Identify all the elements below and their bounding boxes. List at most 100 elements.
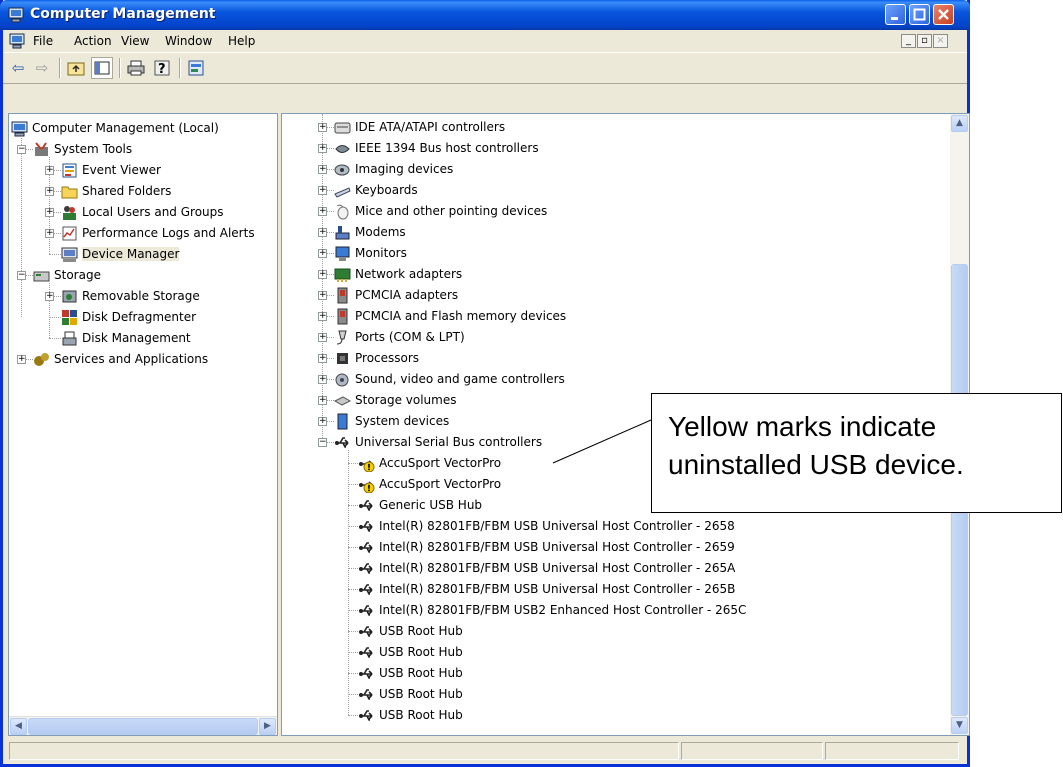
usb-device[interactable]: Intel(R) 82801FB/FBM USB Universal Host … [358,558,735,578]
title-bar[interactable]: Computer Management [0,0,970,30]
collapse-system-tools[interactable]: − [17,145,26,154]
tree-item-services-applications[interactable]: Services and Applications [33,349,208,369]
tree-item-system-tools[interactable]: System Tools [33,139,132,159]
horizontal-scrollbar[interactable]: ◀ ▶ [9,716,277,735]
usb-device[interactable]: USB Root Hub [358,705,463,725]
expand-category-13[interactable]: + [318,396,327,405]
device-category-6[interactable]: Monitors [334,243,407,263]
device-category-10[interactable]: Ports (COM & LPT) [334,327,465,347]
usb-device-icon [359,688,373,700]
tree-connector [21,136,22,317]
usb-device-uninstalled[interactable]: AccuSport VectorPro [358,453,501,473]
usb-device[interactable]: Intel(R) 82801FB/FBM USB2 Enhanced Host … [358,600,746,620]
show-hide-tree-icon[interactable] [91,57,113,79]
tree-item-shared-folders[interactable]: Shared Folders [61,181,171,201]
device-category-12[interactable]: Sound, video and game controllers [334,369,565,389]
usb-device[interactable]: Intel(R) 82801FB/FBM USB Universal Host … [358,516,735,536]
close-button[interactable] [933,4,954,25]
menu-window[interactable]: Window [165,34,212,48]
expand-tree-item-performance-logs[interactable]: + [45,229,54,238]
device-category-9[interactable]: PCMCIA and Flash memory devices [334,306,566,326]
usb-device[interactable]: USB Root Hub [358,684,463,704]
scroll-down-button[interactable]: ▼ [951,717,968,734]
menu-file[interactable]: File [33,34,53,48]
usb-device[interactable]: Generic USB Hub [358,495,482,515]
scroll-left-button[interactable]: ◀ [10,718,27,735]
expand-category-4[interactable]: + [318,207,327,216]
expand-tree-item-event-viewer[interactable]: + [45,166,54,175]
expand-category-11[interactable]: + [318,354,327,363]
tree-item-device-manager[interactable]: Device Manager [61,244,180,264]
tree-item-event-viewer[interactable]: Event Viewer [61,160,161,180]
tree-connector [49,338,61,339]
menu-view[interactable]: View [121,34,149,48]
device-category-0[interactable]: IDE ATA/ATAPI controllers [334,117,505,137]
device-category-8[interactable]: PCMCIA adapters [334,285,458,305]
device-category-11[interactable]: Processors [334,348,419,368]
device-category-1[interactable]: IEEE 1394 Bus host controllers [334,138,539,158]
usb-device[interactable]: Intel(R) 82801FB/FBM USB Universal Host … [358,579,735,599]
storage-volume-icon [334,395,351,406]
properties-icon[interactable] [185,57,207,79]
mdi-close-button[interactable]: × [933,34,948,48]
print-icon[interactable] [125,57,147,79]
device-category-7[interactable]: Network adapters [334,264,462,284]
tree-item-removable-storage[interactable]: Removable Storage [61,286,200,306]
device-category-13[interactable]: Storage volumes [334,390,456,410]
collapse-storage[interactable]: − [17,271,26,280]
tree-item-computer-management[interactable]: Computer Management (Local) [11,118,219,138]
expand-category-9[interactable]: + [318,312,327,321]
usb-device[interactable]: USB Root Hub [358,642,463,662]
expand-category-12[interactable]: + [318,375,327,384]
expand-category-7[interactable]: + [318,270,327,279]
scroll-right-button[interactable]: ▶ [259,718,276,735]
up-folder-icon[interactable] [65,57,87,79]
expand-category-0[interactable]: + [318,123,327,132]
ide-controller-icon [334,122,351,133]
expand-services[interactable]: + [17,355,26,364]
expand-tree-item-local-users-groups[interactable]: + [45,208,54,217]
scroll-thumb[interactable] [28,718,258,735]
expand-category-3[interactable]: + [318,186,327,195]
usb-device[interactable]: USB Root Hub [358,663,463,683]
device-category-5[interactable]: Modems [334,222,406,242]
collapse-category-15[interactable]: − [318,438,327,447]
usb-device[interactable]: Intel(R) 82801FB/FBM USB Universal Host … [358,537,735,557]
help-icon[interactable]: ? [151,57,173,79]
expand-category-1[interactable]: + [318,144,327,153]
expand-tree-item-shared-folders[interactable]: + [45,187,54,196]
usb-device-uninstalled[interactable]: AccuSport VectorPro [358,474,501,494]
expand-category-10[interactable]: + [318,333,327,342]
expand-category-8[interactable]: + [318,291,327,300]
monitor-icon [335,246,350,261]
tree-item-storage[interactable]: Storage [33,265,101,285]
tree-item-disk-management[interactable]: Disk Management [61,328,191,348]
tree-item-disk-defragmenter[interactable]: Disk Defragmenter [61,307,196,327]
tree-item-performance-logs[interactable]: Performance Logs and Alerts [61,223,255,243]
menu-action[interactable]: Action [74,34,112,48]
tree-item-local-users-groups[interactable]: Local Users and Groups [61,202,224,222]
forward-arrow-icon[interactable]: ⇨ [31,57,53,79]
expand-category-2[interactable]: + [318,165,327,174]
device-category-4[interactable]: Mice and other pointing devices [334,201,547,221]
tree-item-system-tools-label: System Tools [54,142,133,156]
device-category-15[interactable]: Universal Serial Bus controllers [334,432,542,452]
maximize-button[interactable] [909,4,930,25]
mdi-minimize-button[interactable]: _ [901,34,916,48]
expand-removable-storage[interactable]: + [45,292,54,301]
scroll-up-button[interactable]: ▲ [951,115,968,132]
expand-category-14[interactable]: + [318,417,327,426]
back-arrow-icon[interactable]: ⇦ [7,57,29,79]
minimize-button[interactable] [885,4,906,25]
app-system-menu-icon[interactable] [9,33,25,49]
menu-help[interactable]: Help [228,34,255,48]
usb-device[interactable]: USB Root Hub [358,621,463,641]
device-category-2[interactable]: Imaging devices [334,159,453,179]
expand-category-5[interactable]: + [318,228,327,237]
window-title: Computer Management [30,6,216,22]
mdi-restore-button[interactable]: ▫ [917,34,932,48]
expand-category-6[interactable]: + [318,249,327,258]
tree-connector [54,191,61,192]
device-category-14[interactable]: System devices [334,411,449,431]
device-category-3[interactable]: Keyboards [334,180,418,200]
